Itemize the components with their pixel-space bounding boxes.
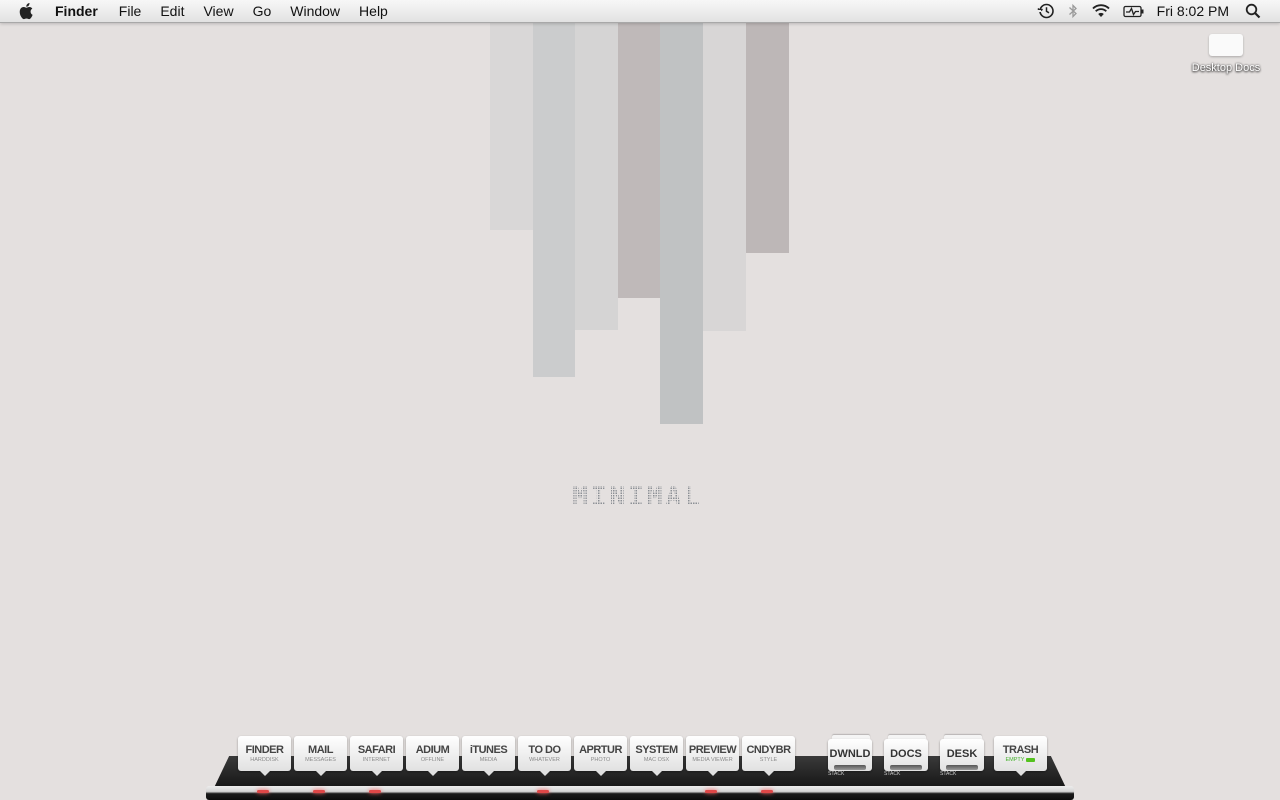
dock-item-label: PREVIEW	[688, 744, 737, 756]
dock-item-label: TO DO	[528, 744, 561, 756]
dock-item-label: SAFARI	[357, 744, 396, 756]
dock-item-sublabel: PHOTO	[590, 757, 611, 763]
dock-item-label: MAIL	[308, 744, 333, 756]
app-menu-finder[interactable]: Finder	[55, 0, 98, 22]
wallpaper-bar	[660, 0, 703, 424]
wallpaper-bar	[746, 0, 789, 253]
wallpaper-bar	[703, 0, 746, 331]
dock-stack-docs[interactable]: DOCS STACK	[884, 735, 930, 777]
dock-stack-sublabel: STACK	[828, 771, 845, 777]
dock-item-label: APRTUR	[579, 744, 622, 756]
dock-item-finder[interactable]: FINDER HARDDISK	[238, 736, 291, 776]
dock-item-mail[interactable]: MAIL MESSAGES	[294, 736, 347, 776]
running-indicator-todo	[537, 790, 549, 793]
menubar-clock[interactable]: Fri 8:02 PM	[1157, 3, 1229, 19]
dock-stack-downloads[interactable]: DWNLD STACK	[828, 735, 874, 777]
running-indicator-preview	[705, 790, 717, 793]
running-indicator-mail	[313, 790, 325, 793]
dock-item-label: ADIUM	[415, 744, 450, 756]
dock-item-sublabel: MAC OSX	[643, 757, 670, 763]
wifi-icon[interactable]	[1091, 2, 1111, 20]
stack-slot	[946, 765, 978, 770]
dock-base	[206, 786, 1074, 800]
dock-item-label: TRASH	[1002, 744, 1039, 756]
dock-item-candybar[interactable]: CNDYBR STYLE	[742, 736, 795, 776]
spotlight-icon[interactable]	[1245, 2, 1261, 20]
dock-item-label: SYSTEM	[635, 744, 678, 756]
menu-file[interactable]: File	[119, 0, 142, 22]
dock-item-sublabel: HARDDISK	[250, 757, 279, 763]
trash-level-indicator	[1026, 757, 1036, 762]
folder-icon	[1209, 34, 1243, 56]
bluetooth-icon[interactable]	[1067, 2, 1079, 20]
wallpaper-bar	[533, 0, 575, 377]
dock-item-sublabel: MEDIA VIEWER	[692, 757, 733, 763]
dock-stack-label: DESK	[946, 748, 978, 760]
dock-stack-label: DOCS	[890, 748, 922, 760]
dock-item-system[interactable]: SYSTEM MAC OSX	[630, 736, 683, 776]
running-indicator-candybar	[761, 790, 773, 793]
desktop-icon-label: Desktop Docs	[1191, 62, 1261, 74]
dock-item-sublabel: OFFLINE	[420, 757, 445, 763]
time-machine-icon[interactable]	[1037, 2, 1055, 20]
dock-item-adium[interactable]: ADIUM OFFLINE	[406, 736, 459, 776]
trash-status: EMPTY	[994, 757, 1047, 763]
dock-stack-desk[interactable]: DESK STACK	[940, 735, 986, 777]
dock-stack-label: DWNLD	[829, 748, 871, 760]
stack-slot	[890, 765, 922, 770]
menu-view[interactable]: View	[203, 0, 233, 22]
menu-bar: Finder File Edit View Go Window Help Fri…	[0, 0, 1280, 23]
dock-stack-sublabel: STACK	[884, 771, 901, 777]
menu-window[interactable]: Window	[290, 0, 340, 22]
dock-item-sublabel: WHATEVER	[529, 757, 560, 763]
dock-item-sublabel: INTERNET	[362, 757, 391, 763]
battery-icon[interactable]	[1122, 2, 1145, 20]
dock-item-safari[interactable]: SAFARI INTERNET	[350, 736, 403, 776]
dock-item-aperture[interactable]: APRTUR PHOTO	[574, 736, 627, 776]
menu-edit[interactable]: Edit	[160, 0, 184, 22]
dock-item-todo[interactable]: TO DO WHATEVER	[518, 736, 571, 776]
wallpaper-bar	[618, 0, 661, 298]
dock-stack-sublabel: STACK	[940, 771, 957, 777]
running-indicator-safari	[369, 790, 381, 793]
desktop-icon-desktop-docs[interactable]: Desktop Docs	[1186, 34, 1266, 74]
dock-item-sublabel: MEDIA	[479, 757, 498, 763]
dock-item-itunes[interactable]: iTUNES MEDIA	[462, 736, 515, 776]
wallpaper-bar	[574, 0, 618, 330]
wallpaper-bar	[490, 0, 534, 230]
stack-slot	[834, 765, 866, 770]
menu-go[interactable]: Go	[253, 0, 272, 22]
dock-item-label: FINDER	[245, 744, 284, 756]
dock-item-sublabel: STYLE	[759, 757, 778, 763]
wallpaper-wordmark: MINIMAL	[560, 482, 715, 512]
dock-item-sublabel: MESSAGES	[305, 757, 336, 763]
dock-item-preview[interactable]: PREVIEW MEDIA VIEWER	[686, 736, 739, 776]
menu-help[interactable]: Help	[359, 0, 388, 22]
apple-icon[interactable]	[19, 2, 37, 20]
running-indicator-finder	[257, 790, 269, 793]
trash-status-label: EMPTY	[1005, 757, 1025, 763]
dock-item-trash[interactable]: TRASH EMPTY	[994, 736, 1047, 776]
dock-item-label: iTUNES	[469, 744, 508, 756]
dock-item-label: CNDYBR	[746, 744, 791, 756]
